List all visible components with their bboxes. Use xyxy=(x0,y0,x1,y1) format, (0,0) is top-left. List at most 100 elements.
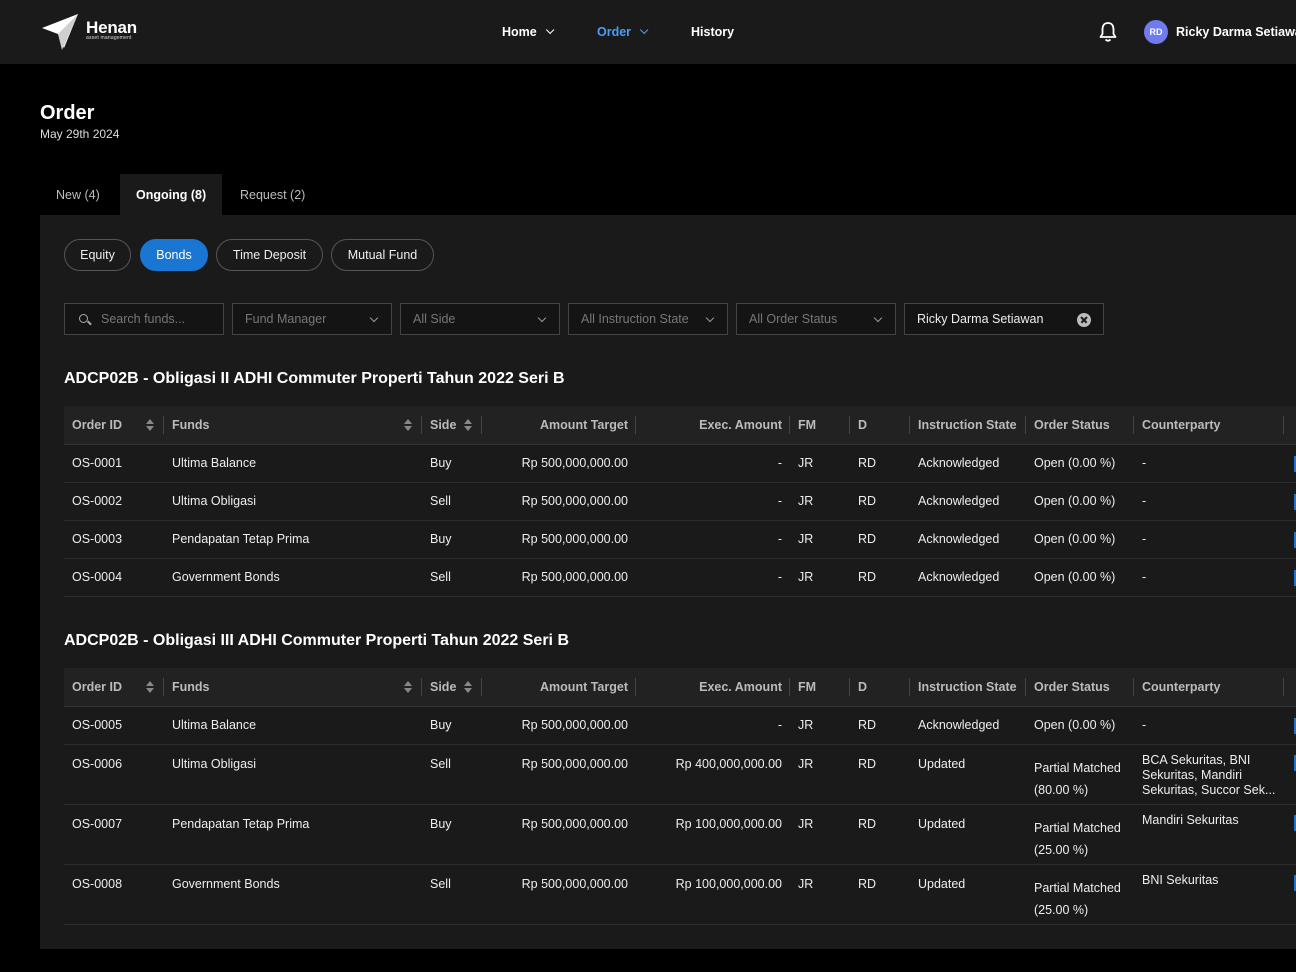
clear-icon[interactable] xyxy=(1077,313,1091,327)
cell-fund: Ultima Obligasi xyxy=(164,744,422,805)
column-header-side[interactable]: Side xyxy=(422,406,482,445)
column-header-funds[interactable]: Funds xyxy=(164,668,422,707)
asset-type-mutual-fund-button[interactable]: Mutual Fund xyxy=(331,239,434,271)
nav-order[interactable]: Order xyxy=(597,0,649,64)
cell-instruction-state: Acknowledged xyxy=(910,706,1026,745)
column-header-label: Order ID xyxy=(72,679,123,694)
cell-instruction-state: Updated xyxy=(910,744,1026,805)
column-header-side[interactable]: Side xyxy=(422,668,482,707)
cell-order-status: Open (0.00 %) xyxy=(1026,482,1134,521)
table-row[interactable]: OS-0002 Ultima Obligasi Sell Rp 500,000,… xyxy=(64,482,1296,521)
cell-d: RD xyxy=(850,804,910,865)
nav-history[interactable]: History xyxy=(691,0,734,64)
tab-new[interactable]: New (4) xyxy=(40,174,116,215)
cell-fm: JR xyxy=(790,706,850,745)
cell-counterparty: - xyxy=(1134,558,1284,597)
sort-icon[interactable] xyxy=(146,419,154,431)
table-row[interactable]: OS-0007 Pendapatan Tetap Prima Buy Rp 50… xyxy=(64,804,1296,865)
table-row[interactable]: OS-0008 Government Bonds Sell Rp 500,000… xyxy=(64,864,1296,925)
cell-exec-amount: Rp 400,000,000.00 xyxy=(636,744,790,805)
column-header-funds[interactable]: Funds xyxy=(164,406,422,445)
logo-subtext: asset management xyxy=(86,35,132,41)
column-header-order-id[interactable]: Order ID xyxy=(64,406,164,445)
asset-type-equity-button[interactable]: Equity xyxy=(64,239,131,271)
asset-type-bonds-button[interactable]: Bonds xyxy=(140,239,208,271)
column-header-order-status: Order Status xyxy=(1026,668,1134,707)
cell-instruction-state: Acknowledged xyxy=(910,520,1026,559)
column-header-actions xyxy=(1284,406,1296,445)
column-header-label: D xyxy=(858,679,868,694)
fund-manager-select[interactable]: Fund Manager xyxy=(232,303,392,335)
row-action-button[interactable] xyxy=(1284,744,1296,805)
table-row[interactable]: OS-0001 Ultima Balance Buy Rp 500,000,00… xyxy=(64,444,1296,483)
search-input[interactable]: Search funds... xyxy=(64,303,224,335)
cell-exec-amount: Rp 100,000,000.00 xyxy=(636,804,790,865)
side-select[interactable]: All Side xyxy=(400,303,560,335)
cell-exec-amount: - xyxy=(636,482,790,521)
row-action-button[interactable] xyxy=(1284,520,1296,559)
sort-icon[interactable] xyxy=(404,681,412,693)
cell-instruction-state: Updated xyxy=(910,864,1026,925)
cell-side: Buy xyxy=(422,706,482,745)
column-header-fm: FM xyxy=(790,668,850,707)
column-header-label: Counterparty xyxy=(1142,417,1221,432)
asset-type-time-deposit-button[interactable]: Time Deposit xyxy=(216,239,323,271)
cell-instruction-state: Acknowledged xyxy=(910,482,1026,521)
dealer-filter-select[interactable]: Ricky Darma Setiawan xyxy=(904,303,1104,335)
orders-table-1: Order ID Funds Side Amount Target Exec. … xyxy=(64,406,1296,597)
cell-counterparty: - xyxy=(1134,706,1284,745)
row-action-button[interactable] xyxy=(1284,804,1296,865)
row-action-button[interactable] xyxy=(1284,864,1296,925)
sort-icon[interactable] xyxy=(404,419,412,431)
row-action-button[interactable] xyxy=(1284,558,1296,597)
sort-icon[interactable] xyxy=(146,681,154,693)
page-title: Order xyxy=(40,102,95,124)
cell-fund: Government Bonds xyxy=(164,864,422,925)
order-status-select[interactable]: All Order Status xyxy=(736,303,896,335)
row-action-button[interactable] xyxy=(1284,444,1296,483)
cell-fund: Pendapatan Tetap Prima xyxy=(164,804,422,865)
column-header-label: Funds xyxy=(172,417,210,432)
row-action-button[interactable] xyxy=(1284,706,1296,745)
user-name[interactable]: Ricky Darma Setiawan xyxy=(1176,25,1296,39)
tab-ongoing[interactable]: Ongoing (8) xyxy=(120,174,223,215)
table-row[interactable]: OS-0005 Ultima Balance Buy Rp 500,000,00… xyxy=(64,706,1296,745)
group-title-1: ADCP02B - Obligasi II ADHI Commuter Prop… xyxy=(64,370,565,387)
column-header-d: D xyxy=(850,406,910,445)
cell-fm: JR xyxy=(790,864,850,925)
column-header-amount-target: Amount Target xyxy=(482,668,636,707)
sort-icon[interactable] xyxy=(464,681,472,693)
cell-exec-amount: Rp 100,000,000.00 xyxy=(636,864,790,925)
table-row[interactable]: OS-0004 Government Bonds Sell Rp 500,000… xyxy=(64,558,1296,597)
cell-side: Buy xyxy=(422,520,482,559)
order-status-value: All Order Status xyxy=(749,312,838,326)
cell-order-status: Open (0.00 %) xyxy=(1026,444,1134,483)
table-row[interactable]: OS-0003 Pendapatan Tetap Prima Buy Rp 50… xyxy=(64,520,1296,559)
orders-panel: Equity Bonds Time Deposit Mutual Fund Se… xyxy=(40,215,1296,949)
table-header-row: Order ID Funds Side Amount Target Exec. … xyxy=(64,668,1296,707)
paper-plane-logo-icon xyxy=(42,14,78,50)
column-header-label: FM xyxy=(798,679,817,694)
row-action-button[interactable] xyxy=(1284,482,1296,521)
cell-order-id: OS-0006 xyxy=(64,744,164,805)
column-header-order-id[interactable]: Order ID xyxy=(64,668,164,707)
cell-fm: JR xyxy=(790,558,850,597)
cell-order-id: OS-0001 xyxy=(64,444,164,483)
column-header-label: Exec. Amount xyxy=(699,679,782,694)
table-row[interactable]: OS-0006 Ultima Obligasi Sell Rp 500,000,… xyxy=(64,744,1296,805)
instruction-state-select[interactable]: All Instruction State xyxy=(568,303,728,335)
column-header-label: Counterparty xyxy=(1142,679,1221,694)
cell-counterparty: - xyxy=(1134,482,1284,521)
nav-home[interactable]: Home xyxy=(502,0,555,64)
column-header-amount-target: Amount Target xyxy=(482,406,636,445)
cell-order-id: OS-0003 xyxy=(64,520,164,559)
bell-icon[interactable] xyxy=(1098,21,1118,43)
avatar[interactable]: RD xyxy=(1144,20,1168,44)
henan-logo[interactable]: Henan asset management xyxy=(42,14,152,50)
sort-icon[interactable] xyxy=(464,419,472,431)
cell-side: Buy xyxy=(422,444,482,483)
cell-order-status: Partial Matched (80.00 %) xyxy=(1026,744,1134,805)
tab-request[interactable]: Request (2) xyxy=(224,174,321,215)
cell-instruction-state: Updated xyxy=(910,804,1026,865)
cell-exec-amount: - xyxy=(636,444,790,483)
